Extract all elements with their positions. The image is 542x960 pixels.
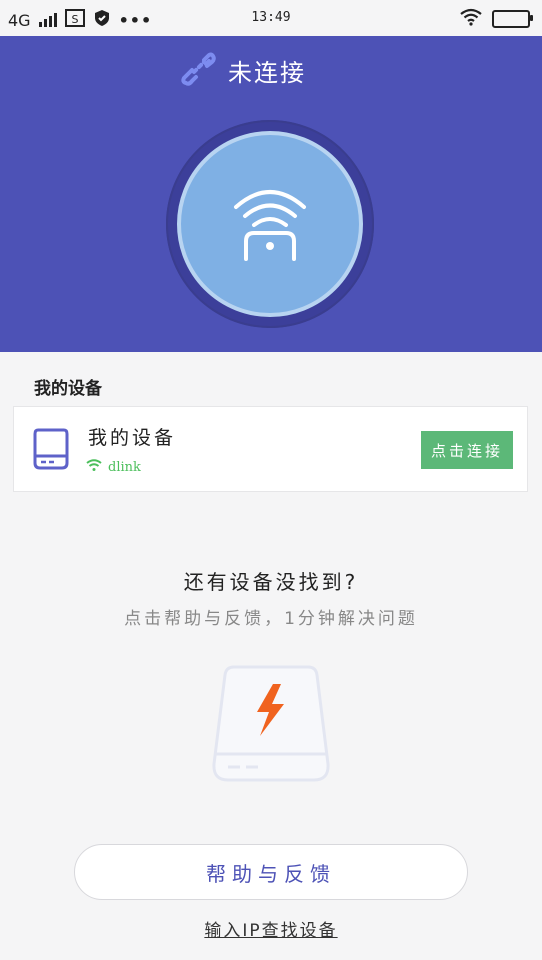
wifi-icon [460,8,482,30]
device-network: dlink [86,459,141,475]
connection-header: 未连接 [0,36,542,352]
device-card[interactable]: 我的设备 dlink 点击连接 [13,406,528,492]
battery-icon [492,10,533,28]
connection-status: 未连接 [180,50,306,90]
find-by-ip-link[interactable]: 输入IP查找设备 [0,916,542,941]
device-wifi-name: dlink [108,459,141,475]
my-devices-heading: 我的设备 [34,379,102,399]
connect-button[interactable]: 点击连接 [421,431,513,469]
not-found-subtitle: 点击帮助与反馈，1分钟解决问题 [124,609,418,629]
router-connect-orb[interactable] [177,131,363,317]
hard-drive-icon [32,427,70,475]
nas-lightning-illustration [210,664,332,788]
device-name: 我的设备 [88,427,177,449]
help-feedback-button[interactable]: 帮助与反馈 [74,844,468,900]
router-wifi-icon [232,183,308,265]
link-icon [180,50,218,90]
connection-status-text: 未连接 [228,58,306,87]
not-found-title: 还有设备没找到? [183,570,359,594]
status-bar: 4G S ••• 13:49 [0,0,542,36]
wifi-icon [86,459,102,475]
